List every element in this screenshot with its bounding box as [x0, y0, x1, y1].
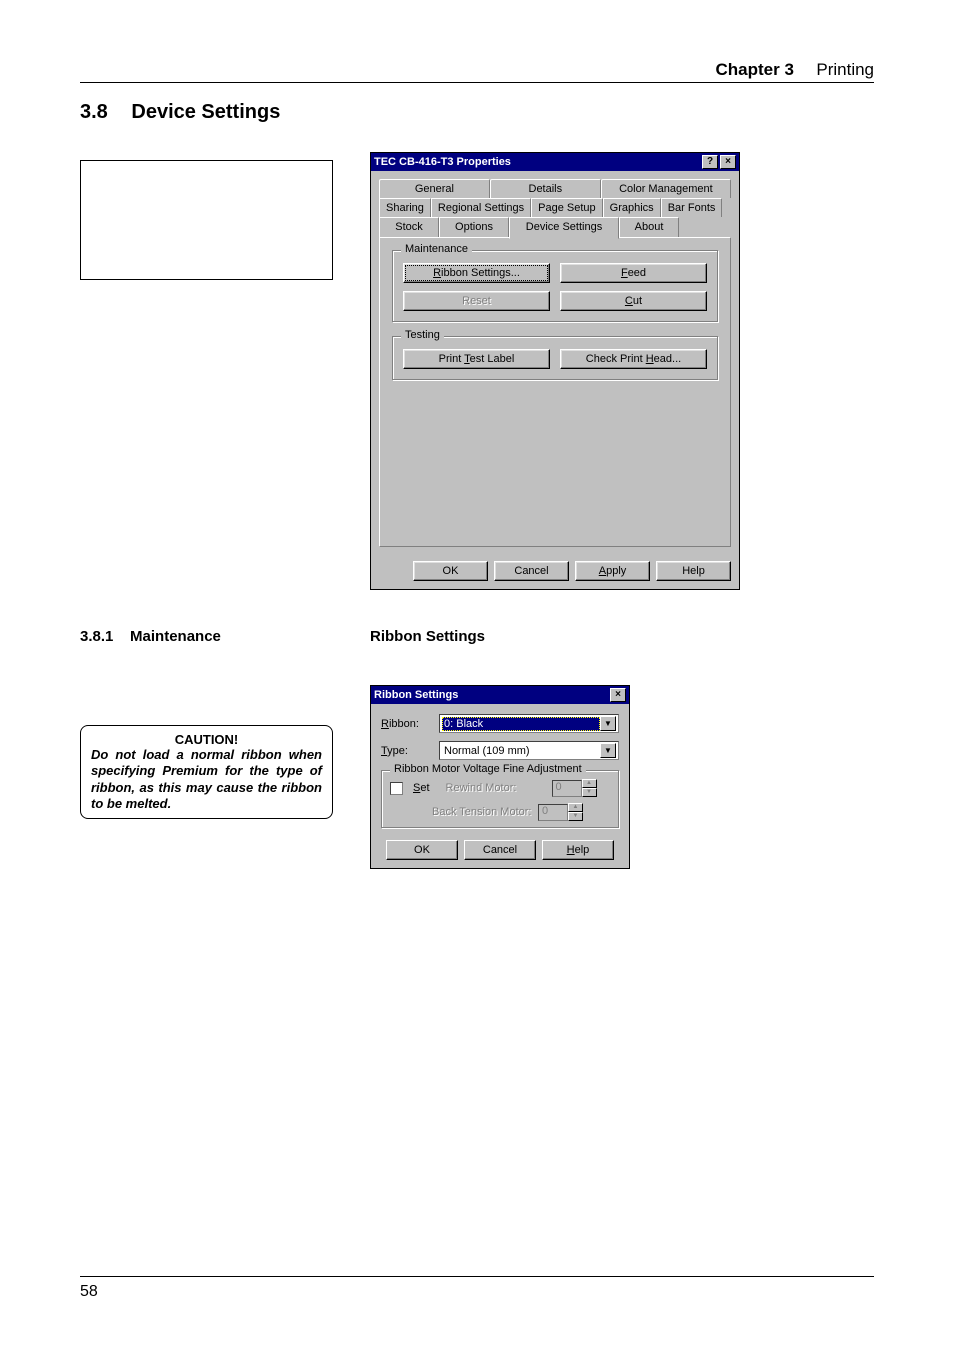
type-value: Normal (109 mm): [442, 744, 600, 758]
spin-down-icon: ▼: [582, 788, 597, 797]
type-dropdown[interactable]: Normal (109 mm) ▼: [439, 741, 619, 760]
page-number: 58: [80, 1283, 98, 1300]
titlebar[interactable]: TEC CB-416-T3 Properties ? ×: [371, 153, 739, 171]
type-label: Type:: [381, 745, 431, 757]
ribbon-label: Ribbon:: [381, 718, 431, 730]
tab-color-management[interactable]: Color Management: [601, 179, 731, 198]
rewind-value: 0: [552, 780, 582, 797]
maintenance-legend: Maintenance: [401, 243, 472, 255]
placeholder-box: [80, 160, 333, 280]
testing-legend: Testing: [401, 329, 444, 341]
close-icon[interactable]: ×: [720, 155, 736, 169]
chapter-title: Printing: [816, 60, 874, 79]
maintenance-group: Maintenance Ribbon Settings... Feed Rese…: [392, 250, 718, 322]
close-icon[interactable]: ×: [610, 688, 626, 702]
section-heading: 3.8 Device Settings: [80, 101, 874, 124]
reset-button: Reset: [403, 291, 550, 311]
cancel-button[interactable]: Cancel: [494, 561, 569, 581]
spin-up-icon: ▲: [568, 803, 583, 812]
tab-bar-fonts[interactable]: Bar Fonts: [661, 198, 723, 217]
caution-title: CAUTION!: [91, 732, 322, 747]
tab-page-setup[interactable]: Page Setup: [531, 198, 603, 217]
ribbon-dropdown[interactable]: 0: Black ▼: [439, 714, 619, 733]
cut-button[interactable]: Cut: [560, 291, 707, 311]
chevron-down-icon[interactable]: ▼: [600, 716, 616, 731]
rewind-motor-label: Rewind Motor:: [446, 782, 546, 794]
set-label: Set: [413, 782, 430, 794]
subsection-left-title: Maintenance: [130, 628, 221, 645]
rewind-spinner: 0 ▲ ▼: [552, 779, 597, 797]
tab-panel: Maintenance Ribbon Settings... Feed Rese…: [379, 237, 731, 547]
ribbon-settings-button[interactable]: Ribbon Settings...: [403, 263, 550, 283]
cancel-button[interactable]: Cancel: [464, 840, 536, 860]
ribbon-dialog-title: Ribbon Settings: [374, 689, 608, 701]
caution-text: Do not load a normal ribbon when specify…: [91, 747, 322, 812]
voltage-adjustment-group: Ribbon Motor Voltage Fine Adjustment Set…: [381, 770, 619, 828]
help-button[interactable]: Help: [542, 840, 614, 860]
subsection-heading-right: Ribbon Settings: [370, 628, 630, 645]
feed-button[interactable]: Feed: [560, 263, 707, 283]
tab-about[interactable]: About: [619, 217, 679, 237]
page-header: Chapter 3 Printing: [80, 60, 874, 83]
print-test-label-button[interactable]: Print Test Label: [403, 349, 550, 369]
subsection-heading-left: 3.8.1 Maintenance: [80, 628, 340, 645]
tab-device-settings[interactable]: Device Settings: [509, 217, 619, 239]
tab-options[interactable]: Options: [439, 217, 509, 237]
voltage-legend: Ribbon Motor Voltage Fine Adjustment: [390, 763, 586, 775]
help-icon[interactable]: ?: [702, 155, 718, 169]
back-tension-label: Back Tension Motor:: [432, 806, 532, 818]
dialog-title: TEC CB-416-T3 Properties: [374, 156, 700, 168]
ok-button[interactable]: OK: [386, 840, 458, 860]
spin-up-icon: ▲: [582, 779, 597, 788]
ribbon-titlebar[interactable]: Ribbon Settings ×: [371, 686, 629, 704]
properties-dialog: TEC CB-416-T3 Properties ? × General Det…: [370, 152, 740, 590]
testing-group: Testing Print Test Label Check Print Hea…: [392, 336, 718, 380]
section-title: Device Settings: [131, 101, 280, 123]
tab-sharing[interactable]: Sharing: [379, 198, 431, 217]
back-value: 0: [538, 804, 568, 821]
apply-button[interactable]: Apply: [575, 561, 650, 581]
chevron-down-icon[interactable]: ▼: [600, 743, 616, 758]
ribbon-settings-dialog: Ribbon Settings × Ribbon: 0: Black ▼ Typ…: [370, 685, 630, 869]
ribbon-value: 0: Black: [442, 717, 600, 731]
tab-regional-settings[interactable]: Regional Settings: [431, 198, 531, 217]
subsection-number: 3.8.1: [80, 628, 113, 645]
section-number: 3.8: [80, 101, 108, 123]
ok-button[interactable]: OK: [413, 561, 488, 581]
spin-down-icon: ▼: [568, 812, 583, 821]
back-spinner: 0 ▲ ▼: [538, 803, 583, 821]
tab-graphics[interactable]: Graphics: [603, 198, 661, 217]
set-checkbox[interactable]: [390, 782, 403, 795]
help-button[interactable]: Help: [656, 561, 731, 581]
tab-stock[interactable]: Stock: [379, 217, 439, 237]
chapter-label: Chapter 3: [715, 60, 793, 79]
tab-general[interactable]: General: [379, 179, 490, 198]
caution-box: CAUTION! Do not load a normal ribbon whe…: [80, 725, 333, 819]
page-footer: 58: [80, 1276, 874, 1301]
tab-details[interactable]: Details: [490, 179, 601, 198]
check-print-head-button[interactable]: Check Print Head...: [560, 349, 707, 369]
